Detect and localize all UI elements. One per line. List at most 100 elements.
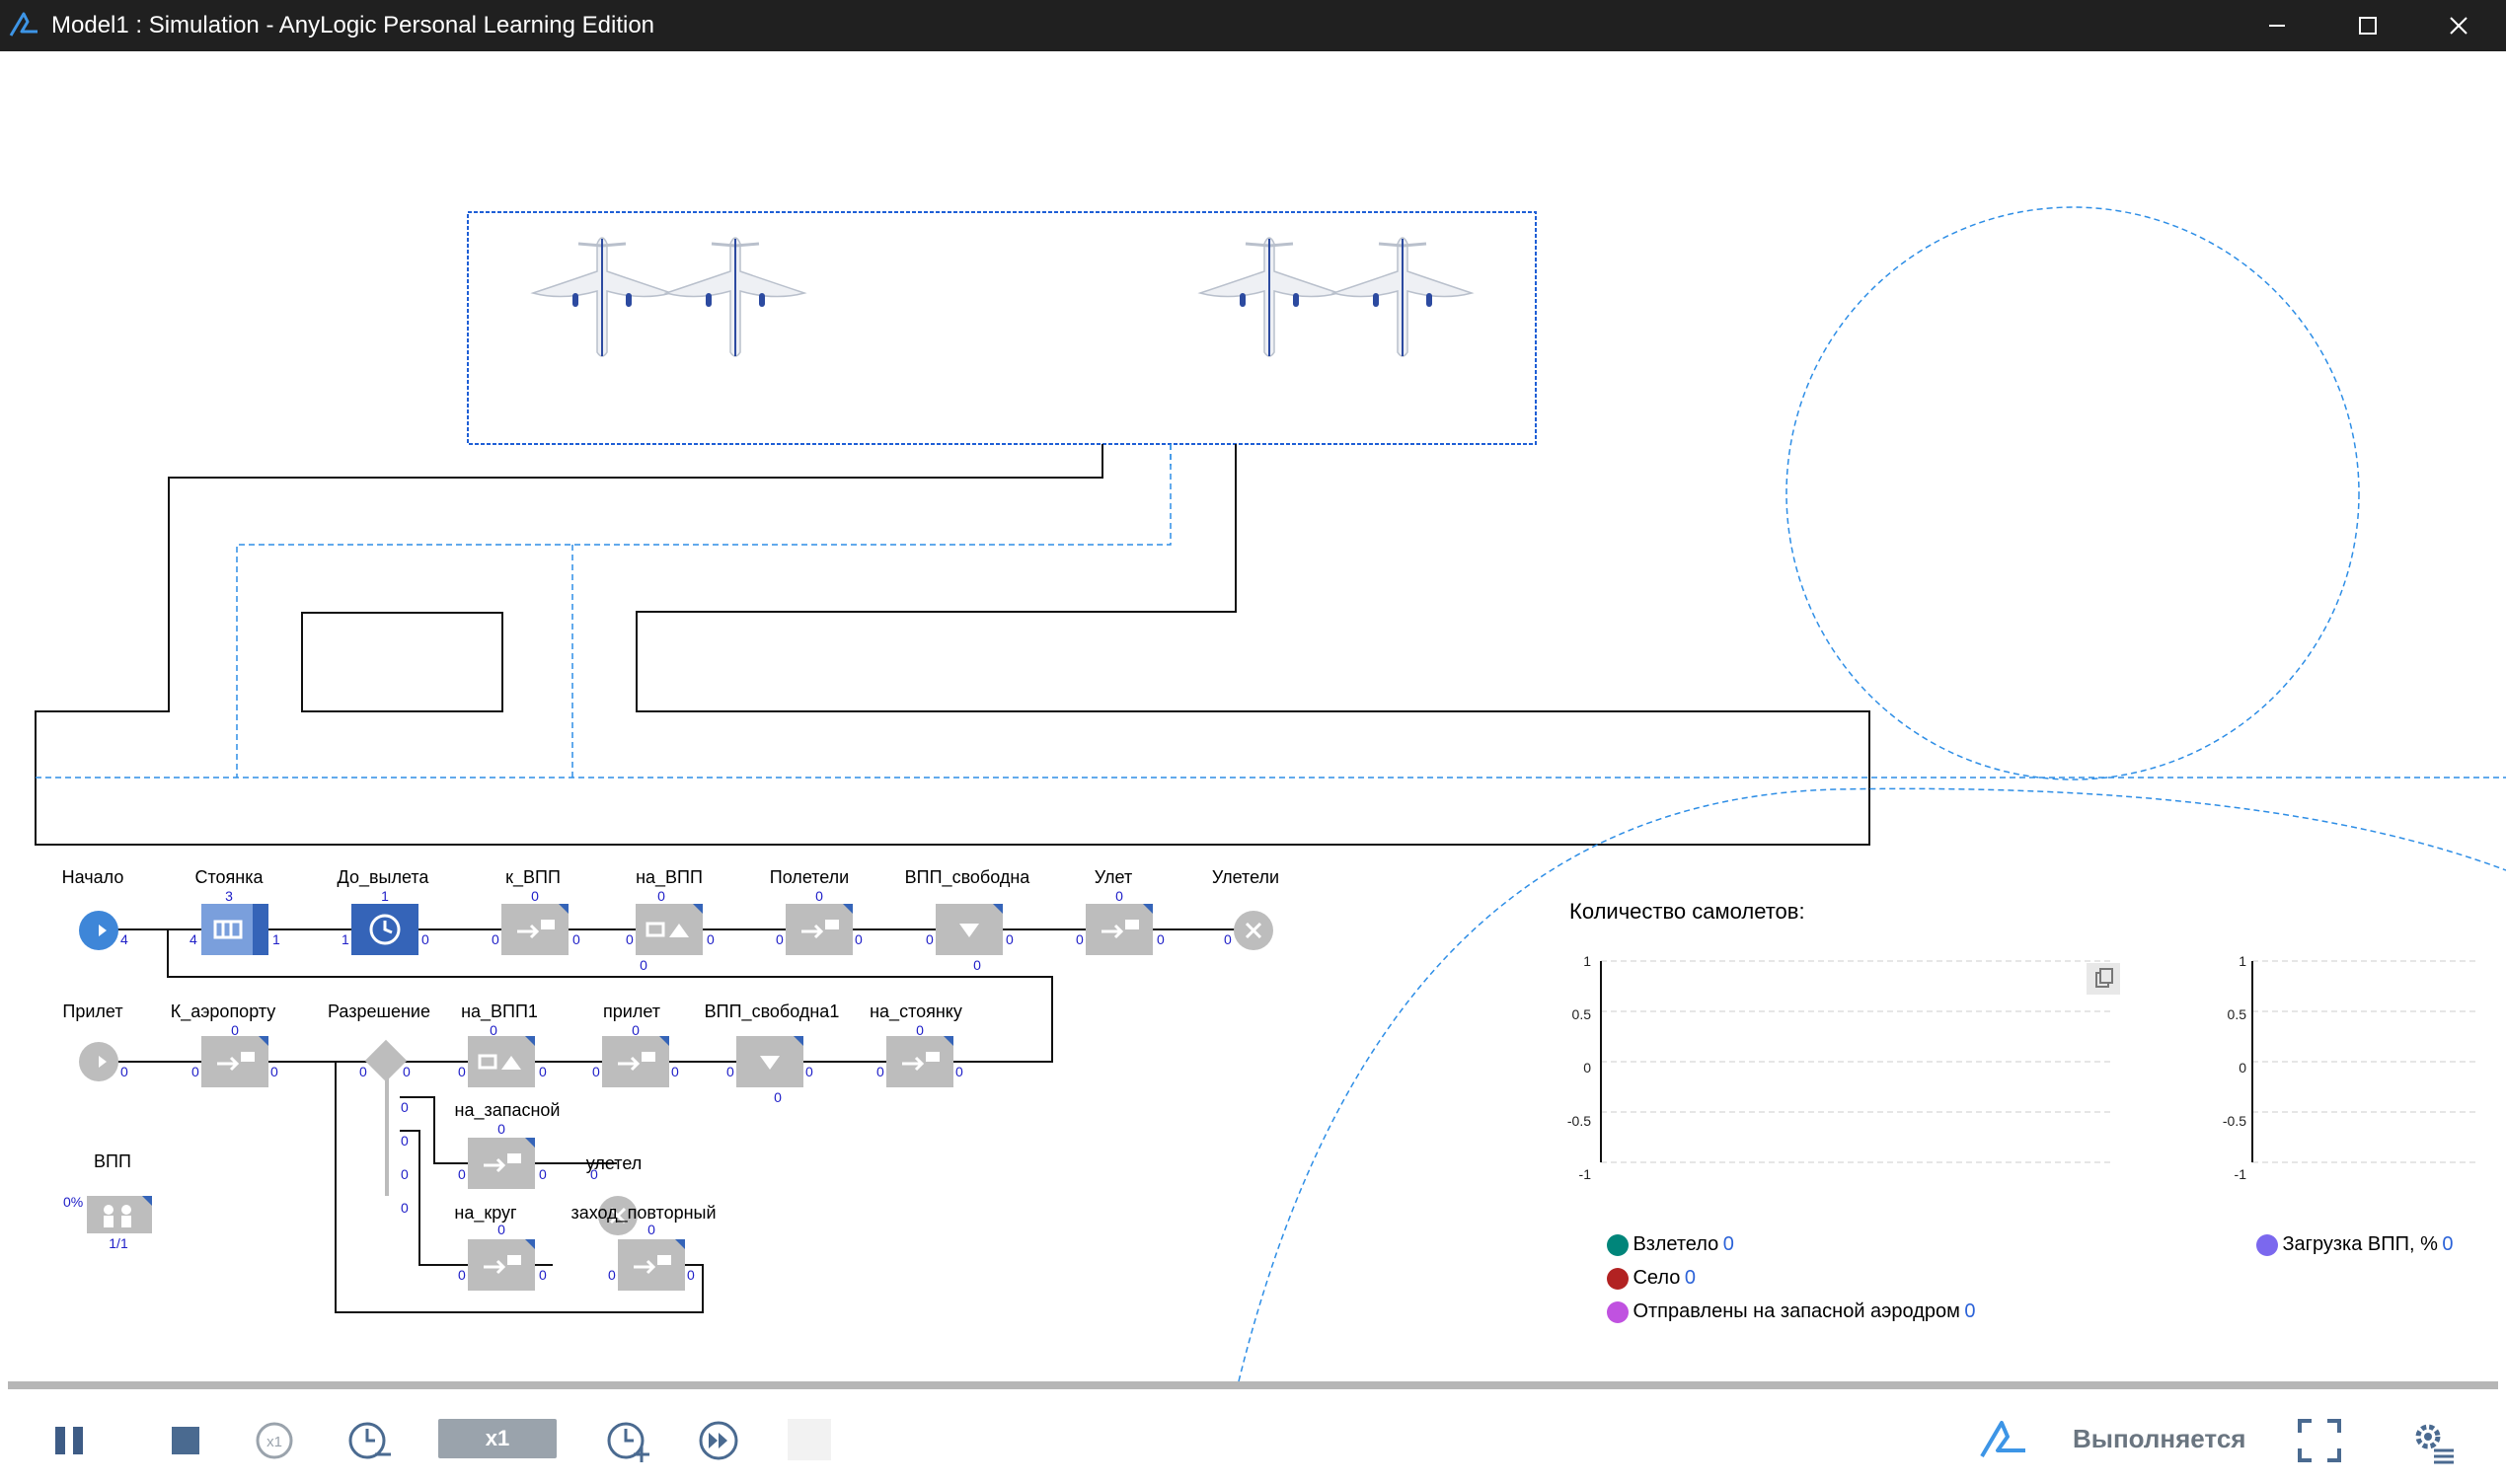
port-count: 0 — [876, 1064, 884, 1079]
legend-item[interactable]: Загрузка ВПП, % 0 — [2256, 1233, 2453, 1259]
block-label-nachalo: Начало — [61, 867, 124, 887]
port-count: 0 — [1157, 931, 1165, 947]
y-tick-label: -1 — [1578, 1166, 1591, 1182]
copy-icon — [2095, 968, 2113, 988]
animation-layer — [35, 206, 2506, 1381]
chart-copy-button[interactable] — [2087, 963, 2120, 995]
move-to-icon — [217, 1036, 268, 1072]
move-block-zahod-povtorny[interactable] — [618, 1239, 685, 1291]
progress-separator — [8, 1381, 2498, 1389]
svg-text:x1: x1 — [266, 1434, 282, 1450]
block-label-stoyanka: Стоянка — [194, 867, 264, 887]
anylogic-logo-icon — [1980, 1421, 2025, 1458]
stop-icon — [172, 1427, 199, 1454]
seize-block-na-vpp1[interactable] — [468, 1036, 535, 1087]
fullscreen-button[interactable] — [2296, 1415, 2343, 1464]
port-count: 0 — [458, 1166, 466, 1182]
move-block-ulet[interactable] — [1086, 904, 1153, 955]
block-label-k-aeroportu: К_аэропорту — [170, 1002, 276, 1021]
block-label-razreshenie: Разрешение — [328, 1002, 430, 1021]
slow-down-button[interactable] — [345, 1415, 395, 1464]
y-tick-label: -1 — [2234, 1166, 2246, 1182]
source-block-nachalo[interactable] — [79, 911, 118, 950]
block-label-na-zapasnoy: на_запасной — [454, 1100, 561, 1120]
legend-item[interactable]: Взлетело 0 — [1607, 1233, 1734, 1259]
port-count: 0 — [805, 1064, 813, 1079]
port-count: 0 — [403, 1064, 411, 1079]
pause-button[interactable] — [51, 1415, 91, 1464]
simulation-canvas[interactable]: Начало 4 Стоянка 3 4 1 До_вылета 1 1 0 к… — [0, 51, 2506, 1381]
move-block-k-vpp[interactable] — [501, 904, 569, 955]
move-block-na-krug[interactable] — [468, 1239, 535, 1291]
sink-x-icon — [1245, 922, 1262, 939]
port-count: 0 — [401, 1133, 409, 1149]
settings-button[interactable] — [2408, 1415, 2458, 1464]
move-to-icon — [517, 904, 569, 939]
minimize-button[interactable] — [2235, 0, 2319, 51]
block-count: 0 — [973, 957, 981, 973]
anylogic-status-logo-icon — [1976, 1415, 2031, 1464]
release-block-vpp-svobodna[interactable] — [936, 904, 1003, 955]
move-to-icon — [484, 1239, 535, 1275]
block-count: 0 — [497, 1222, 505, 1237]
fast-forward-icon — [699, 1421, 738, 1460]
y-tick-label: 0.5 — [1571, 1006, 1591, 1022]
realtime-scale-button[interactable]: x1 — [253, 1415, 296, 1464]
legend-value: 0 — [2442, 1233, 2454, 1255]
legend-dot — [2256, 1233, 2278, 1256]
speed-display[interactable]: x1 — [438, 1419, 557, 1458]
sink-block-uleteli[interactable] — [1234, 911, 1273, 950]
y-tick-label: 1 — [1583, 953, 1591, 969]
seize-block-na-vpp[interactable] — [636, 904, 703, 955]
block-label-vpp-svobodna1: ВПП_свободна1 — [704, 1002, 840, 1021]
port-count: 0 — [359, 1064, 367, 1079]
move-block-na-stoyanku[interactable] — [886, 1036, 953, 1087]
move-block-prilet2[interactable] — [602, 1036, 669, 1087]
delay-block-do-vyleta[interactable] — [351, 904, 418, 955]
window-title: Model1 : Simulation - AnyLogic Personal … — [51, 12, 655, 38]
source-block-prilet[interactable] — [79, 1042, 118, 1081]
port-count: 0 — [855, 931, 863, 947]
move-block-poleteli[interactable] — [786, 904, 853, 955]
resource-pool-icon — [104, 1196, 152, 1227]
port-count: 0 — [592, 1064, 600, 1079]
block-count: 0 — [531, 888, 539, 904]
seize-icon — [645, 904, 703, 937]
port-count: 0 — [539, 1166, 547, 1182]
block-label-prilet2: прилет — [603, 1002, 660, 1021]
resource-capacity: 1/1 — [109, 1235, 128, 1251]
building-block — [301, 612, 503, 712]
block-label-uleteli: Улетели — [1211, 867, 1280, 887]
queue-block-stoyanka[interactable] — [201, 904, 268, 955]
port-count: 0 — [421, 931, 429, 947]
block-label-k-vpp: к_ВПП — [505, 867, 561, 887]
airplane-icon — [1198, 236, 1340, 358]
stop-button[interactable] — [166, 1415, 205, 1464]
source-icon — [91, 925, 107, 936]
move-block-k-aeroportu[interactable] — [201, 1036, 268, 1087]
clock-icon — [369, 914, 401, 945]
legend-item[interactable]: Отправлены на запасной аэродром 0 — [1607, 1300, 1975, 1326]
close-button[interactable] — [2416, 0, 2501, 51]
release-block-vpp-svobodna1[interactable] — [736, 1036, 803, 1087]
maximize-button[interactable] — [2325, 0, 2410, 51]
legend-label: Отправлены на запасной аэродром — [1633, 1300, 1960, 1322]
slow-down-icon — [348, 1422, 391, 1459]
realtime-x1-icon: x1 — [256, 1422, 293, 1459]
close-icon — [2450, 17, 2468, 35]
speed-up-button[interactable] — [604, 1415, 653, 1464]
move-block-na-zapasnoy[interactable] — [468, 1138, 535, 1189]
block-label-vpp-svobodna: ВПП_свободна — [904, 867, 1030, 887]
legend-item[interactable]: Село 0 — [1607, 1267, 1696, 1293]
legend-dot — [1607, 1267, 1629, 1290]
port-count: 0 — [926, 931, 934, 947]
port-count: 0 — [458, 1267, 466, 1283]
port-count: 0 — [687, 1267, 695, 1283]
port-count: 0 — [270, 1064, 278, 1079]
fast-forward-button[interactable] — [695, 1415, 744, 1464]
move-to-icon — [484, 1138, 535, 1173]
block-count: 3 — [225, 888, 233, 904]
port-count: 0 — [401, 1099, 409, 1115]
move-to-icon — [801, 904, 853, 939]
resource-pool-vpp[interactable] — [87, 1196, 152, 1233]
